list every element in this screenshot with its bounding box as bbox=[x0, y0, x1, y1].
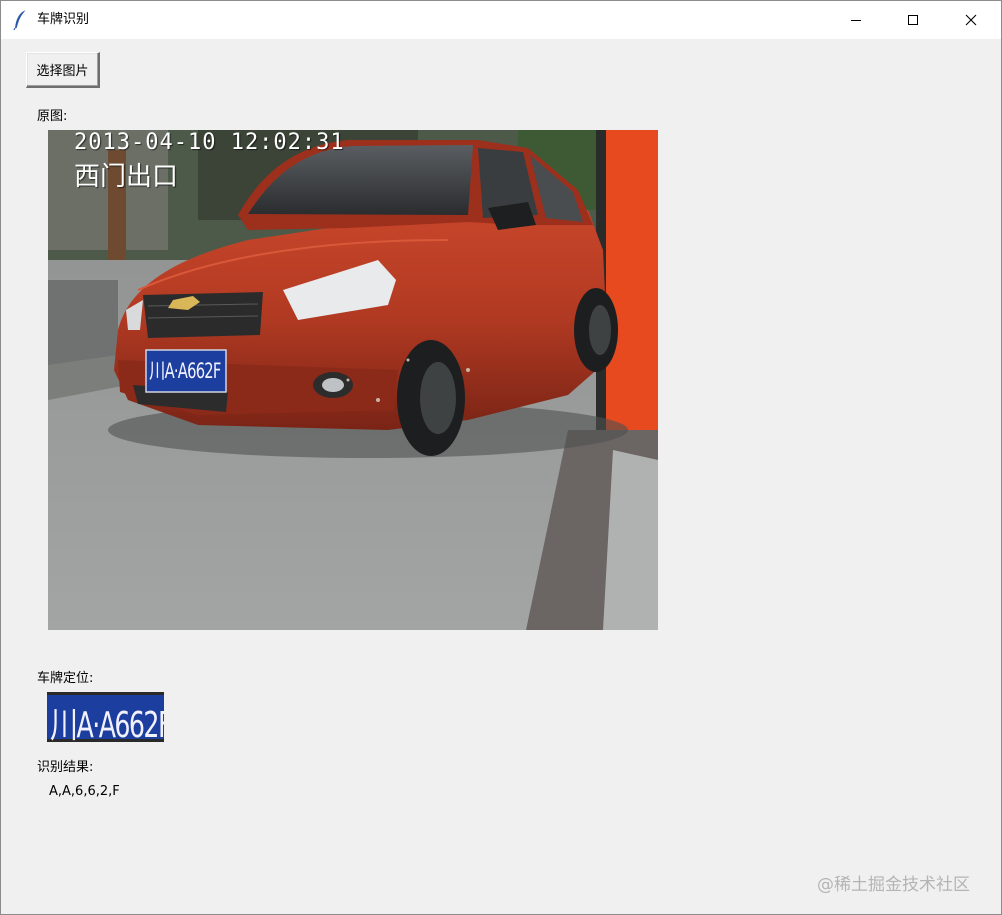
close-icon bbox=[965, 14, 977, 26]
window-title: 车牌识别 bbox=[37, 12, 90, 27]
recognition-result-label: 识别结果: bbox=[37, 760, 94, 775]
minimize-button[interactable] bbox=[827, 1, 885, 39]
feather-icon bbox=[12, 9, 30, 31]
title-bar[interactable]: 车牌识别 bbox=[1, 1, 1001, 39]
minimize-icon bbox=[851, 20, 861, 21]
maximize-button[interactable] bbox=[884, 1, 942, 39]
client-area: 选择图片 原图: 2013-04-10 12:02:31 西门出口 川A·A66… bbox=[1, 39, 1001, 914]
recognition-result-value: A,A,6,6,2,F bbox=[49, 784, 120, 799]
original-image-label: 原图: bbox=[37, 109, 68, 124]
plate-location-label: 车牌定位: bbox=[37, 671, 94, 686]
original-image: 2013-04-10 12:02:31 西门出口 川A·A662F bbox=[48, 130, 658, 630]
plate-crop-text: 川A·A662F bbox=[50, 705, 164, 742]
photo-plate-text: 川A·A662F bbox=[149, 359, 221, 383]
select-image-button[interactable]: 选择图片 bbox=[26, 52, 100, 88]
location-overlay: 西门出口 bbox=[74, 162, 179, 192]
watermark: @稀土掘金技术社区 bbox=[817, 875, 970, 895]
close-button[interactable] bbox=[942, 1, 1000, 39]
maximize-icon bbox=[908, 15, 918, 25]
plate-crop-image: 川A·A662F bbox=[47, 692, 164, 742]
timestamp-overlay: 2013-04-10 12:02:31 bbox=[74, 130, 345, 155]
app-window: 车牌识别 选择图片 原图: 2013-04-10 12:02:31 西门出口 川… bbox=[0, 0, 1002, 915]
